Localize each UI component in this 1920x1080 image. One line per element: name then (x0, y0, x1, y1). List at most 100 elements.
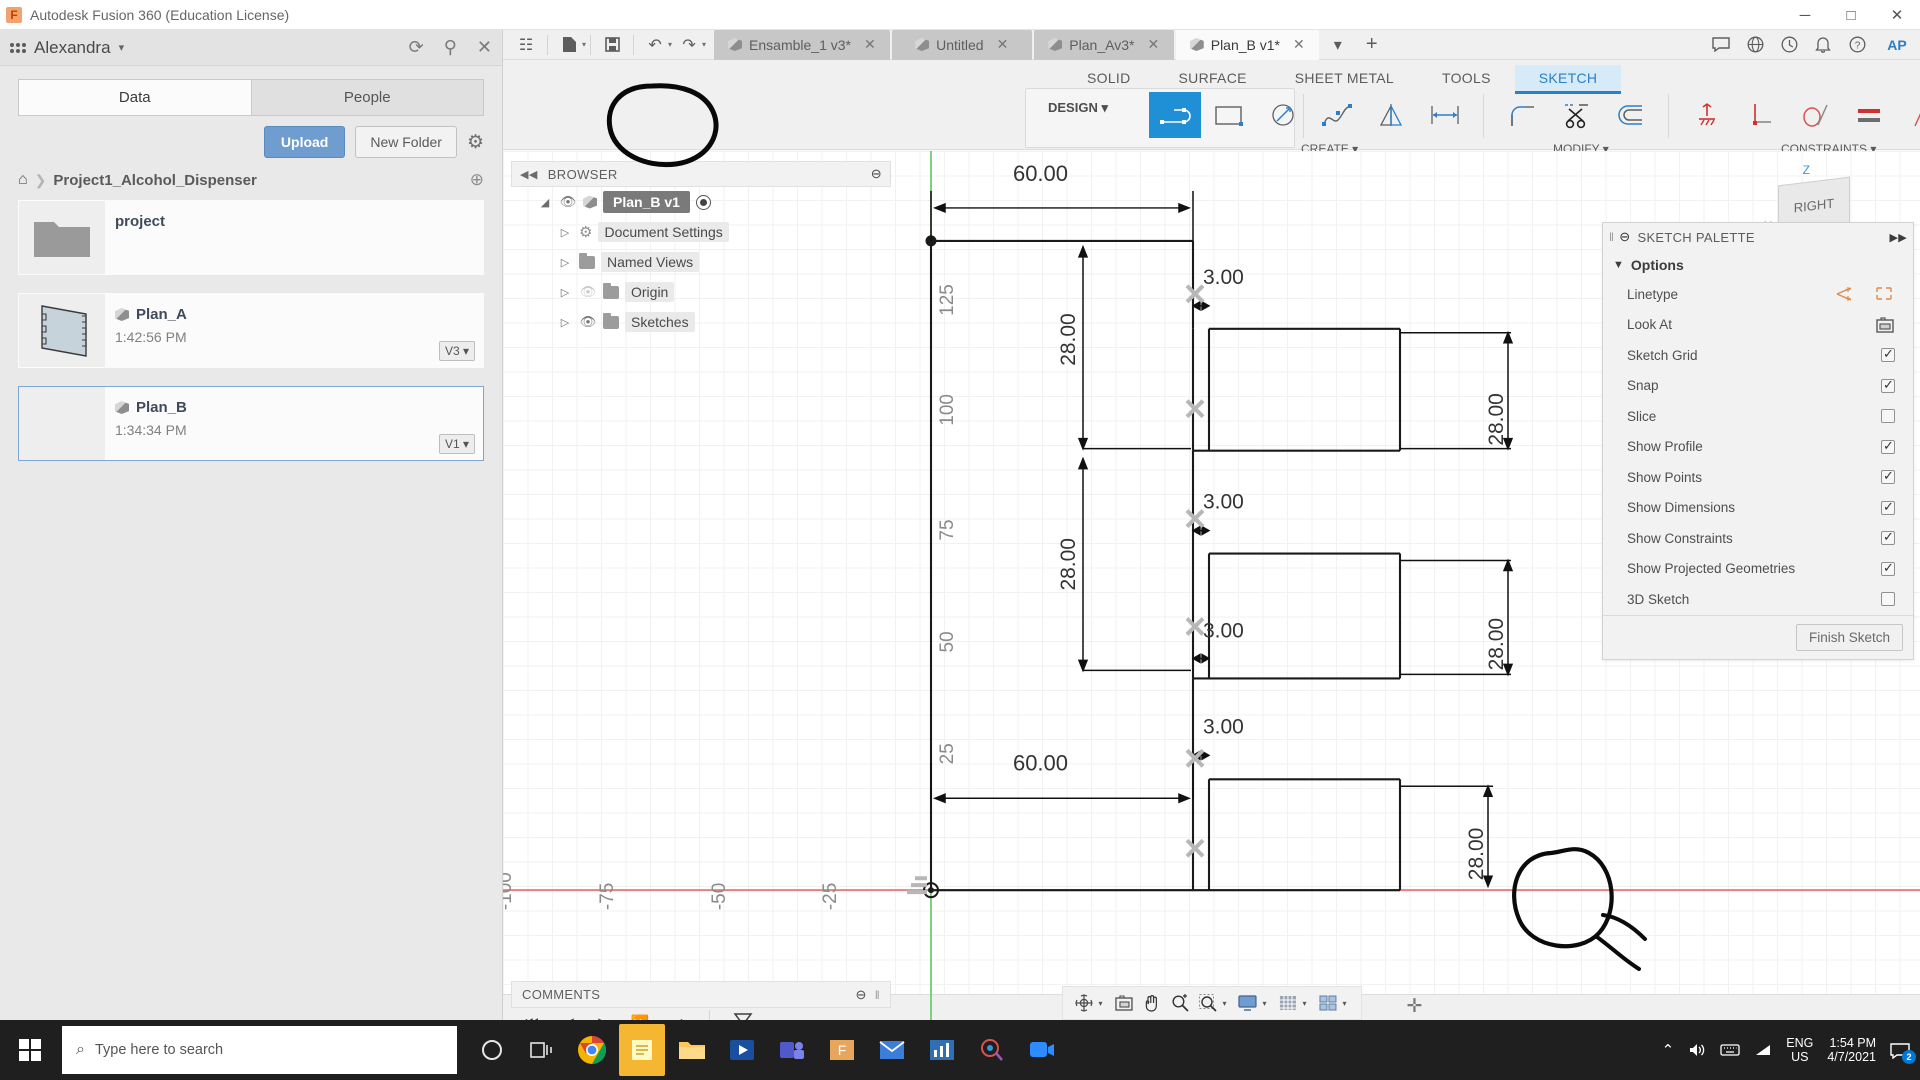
chevron-down-icon[interactable]: ▾ (1262, 999, 1266, 1008)
media-player-icon[interactable] (719, 1024, 765, 1076)
version-badge[interactable]: V3 ▾ (438, 341, 475, 361)
paint3d-icon[interactable] (969, 1024, 1015, 1076)
cortana-icon[interactable] (469, 1024, 515, 1076)
tree-node-document-settings[interactable]: ▷ ⚙ Document Settings (511, 217, 891, 247)
tree-node-named-views[interactable]: ▷ Named Views (511, 247, 891, 277)
minimize-button[interactable]: ─ (1782, 0, 1828, 30)
visibility-off-icon[interactable]: 👁 (579, 284, 597, 300)
sticky-notes-icon[interactable] (619, 1024, 665, 1076)
comments-panel[interactable]: COMMENTS ⊖ ‖ (511, 981, 891, 1008)
close-icon[interactable]: ✕ (1293, 36, 1305, 53)
document-tab[interactable]: Ensamble_1 v3* ✕ (714, 29, 890, 60)
redo-icon[interactable]: ↷ (672, 30, 706, 60)
close-icon[interactable]: ✕ (1147, 36, 1159, 53)
expand-icon[interactable]: ▶▶ (1889, 231, 1907, 244)
volume-icon[interactable] (1688, 1042, 1706, 1058)
search-input[interactable]: ⌕ Type here to search (62, 1026, 457, 1074)
ribbon-tab-tools[interactable]: TOOLS (1418, 65, 1515, 94)
keyboard-icon[interactable] (1720, 1043, 1740, 1057)
orbit-icon[interactable] (1070, 991, 1096, 1015)
teams-icon[interactable] (769, 1024, 815, 1076)
document-tab-active[interactable]: Plan_B v1* ✕ (1175, 29, 1319, 60)
language-indicator[interactable]: ENG US (1786, 1036, 1813, 1065)
chrome-icon[interactable] (569, 1024, 615, 1076)
sketch-dimension-tool[interactable] (1419, 92, 1471, 138)
snap-checkbox[interactable] (1881, 377, 1895, 393)
centerline-linetype-icon[interactable] (1873, 285, 1895, 303)
mirror-tool[interactable] (1365, 92, 1417, 138)
drag-handle-icon[interactable]: ‖ (1609, 230, 1614, 244)
slice-checkbox[interactable] (1881, 409, 1895, 424)
start-button[interactable] (0, 1020, 60, 1080)
spline-tool[interactable] (1311, 92, 1363, 138)
chevron-down-icon[interactable]: ▾ (1343, 999, 1347, 1008)
rectangle-tool[interactable] (1203, 92, 1255, 138)
fix-constraint-icon[interactable] (1681, 92, 1733, 138)
zoom-icon[interactable] (1166, 991, 1192, 1015)
sketch-grid-checkbox[interactable] (1881, 346, 1895, 363)
visibility-icon[interactable]: 👁 (559, 194, 577, 210)
fillet-tool[interactable] (1497, 92, 1549, 138)
offset-tool[interactable] (1605, 92, 1657, 138)
help-icon[interactable]: ? (1840, 30, 1874, 60)
gear-icon[interactable]: ⚙ (467, 131, 484, 154)
zoom-app-icon[interactable] (1019, 1024, 1065, 1076)
grid-snap-icon[interactable] (1275, 991, 1301, 1015)
minimize-icon[interactable]: ⊖ (871, 166, 882, 182)
app-grid-icon[interactable]: ☷ (509, 30, 543, 60)
chevron-down-icon[interactable]: ▾ (702, 40, 706, 49)
viewports-icon[interactable] (1315, 991, 1341, 1015)
globe-icon[interactable] (1738, 30, 1772, 60)
network-icon[interactable] (1754, 1043, 1772, 1057)
chat-icon[interactable] (1704, 30, 1738, 60)
close-panel-icon[interactable]: ✕ (477, 37, 492, 58)
line-tool[interactable] (1149, 92, 1201, 138)
chevron-down-icon[interactable]: ▾ (1303, 999, 1307, 1008)
expand-arrow-icon[interactable]: ▷ (557, 316, 573, 329)
pan-icon[interactable] (1138, 991, 1164, 1015)
show-profile-checkbox[interactable] (1881, 438, 1895, 454)
close-icon[interactable]: ✕ (864, 36, 876, 53)
3d-sketch-checkbox[interactable] (1881, 592, 1895, 607)
ribbon-tab-sketch[interactable]: SKETCH (1514, 65, 1622, 94)
tree-node-origin[interactable]: ▷ 👁 Origin (511, 277, 891, 307)
expand-arrow-icon[interactable]: ▷ (557, 256, 573, 269)
close-icon[interactable]: ✕ (997, 36, 1009, 53)
mail-icon[interactable] (869, 1024, 915, 1076)
new-tab-icon[interactable]: + (1355, 30, 1389, 60)
display-settings-icon[interactable] (1234, 991, 1260, 1015)
chevron-down-icon[interactable]: ▾ (582, 40, 586, 49)
collapse-icon[interactable]: ◀◀ (520, 168, 538, 181)
save-icon[interactable] (595, 30, 629, 60)
chevron-down-icon[interactable]: ▾ (1222, 999, 1226, 1008)
expand-arrow-icon[interactable]: ▷ (557, 226, 573, 239)
document-tab[interactable]: Untitled ✕ (891, 29, 1032, 60)
tab-data[interactable]: Data (18, 79, 251, 116)
clock[interactable]: 1:54 PM 4/7/2021 (1827, 1036, 1876, 1065)
version-badge[interactable]: V1 ▾ (438, 434, 475, 454)
look-at-icon[interactable] (1875, 316, 1895, 334)
close-button[interactable]: ✕ (1874, 0, 1920, 30)
undo-icon[interactable]: ↶ (638, 30, 672, 60)
options-section-header[interactable]: ▼ Options (1603, 251, 1913, 279)
expand-arrow-icon[interactable]: ◢ (537, 196, 553, 209)
search-icon[interactable]: ⚲ (444, 37, 457, 58)
show-dimensions-checkbox[interactable] (1881, 499, 1895, 515)
refresh-icon[interactable]: ⟳ (409, 37, 424, 58)
trim-tool[interactable] (1551, 92, 1603, 138)
clock-icon[interactable] (1772, 30, 1806, 60)
perpendicular-constraint-icon[interactable] (1735, 92, 1787, 138)
look-at-icon[interactable] (1110, 991, 1136, 1015)
list-item[interactable]: project (18, 200, 484, 275)
construction-linetype-icon[interactable] (1835, 285, 1857, 303)
show-points-checkbox[interactable] (1881, 468, 1895, 485)
tab-overflow-icon[interactable]: ▾ (1321, 30, 1355, 60)
list-item[interactable]: Plan_A 1:42:56 PM V3 ▾ (18, 293, 484, 368)
parallel-constraint-icon[interactable] (1897, 92, 1920, 138)
document-tab[interactable]: Plan_Av3* ✕ (1033, 29, 1174, 60)
task-view-icon[interactable] (519, 1024, 565, 1076)
drag-handle-icon[interactable]: ‖ (875, 988, 880, 1002)
globe-icon[interactable]: ⊕ (470, 170, 484, 190)
maximize-button[interactable]: □ (1828, 0, 1874, 30)
equal-constraint-icon[interactable] (1843, 92, 1895, 138)
